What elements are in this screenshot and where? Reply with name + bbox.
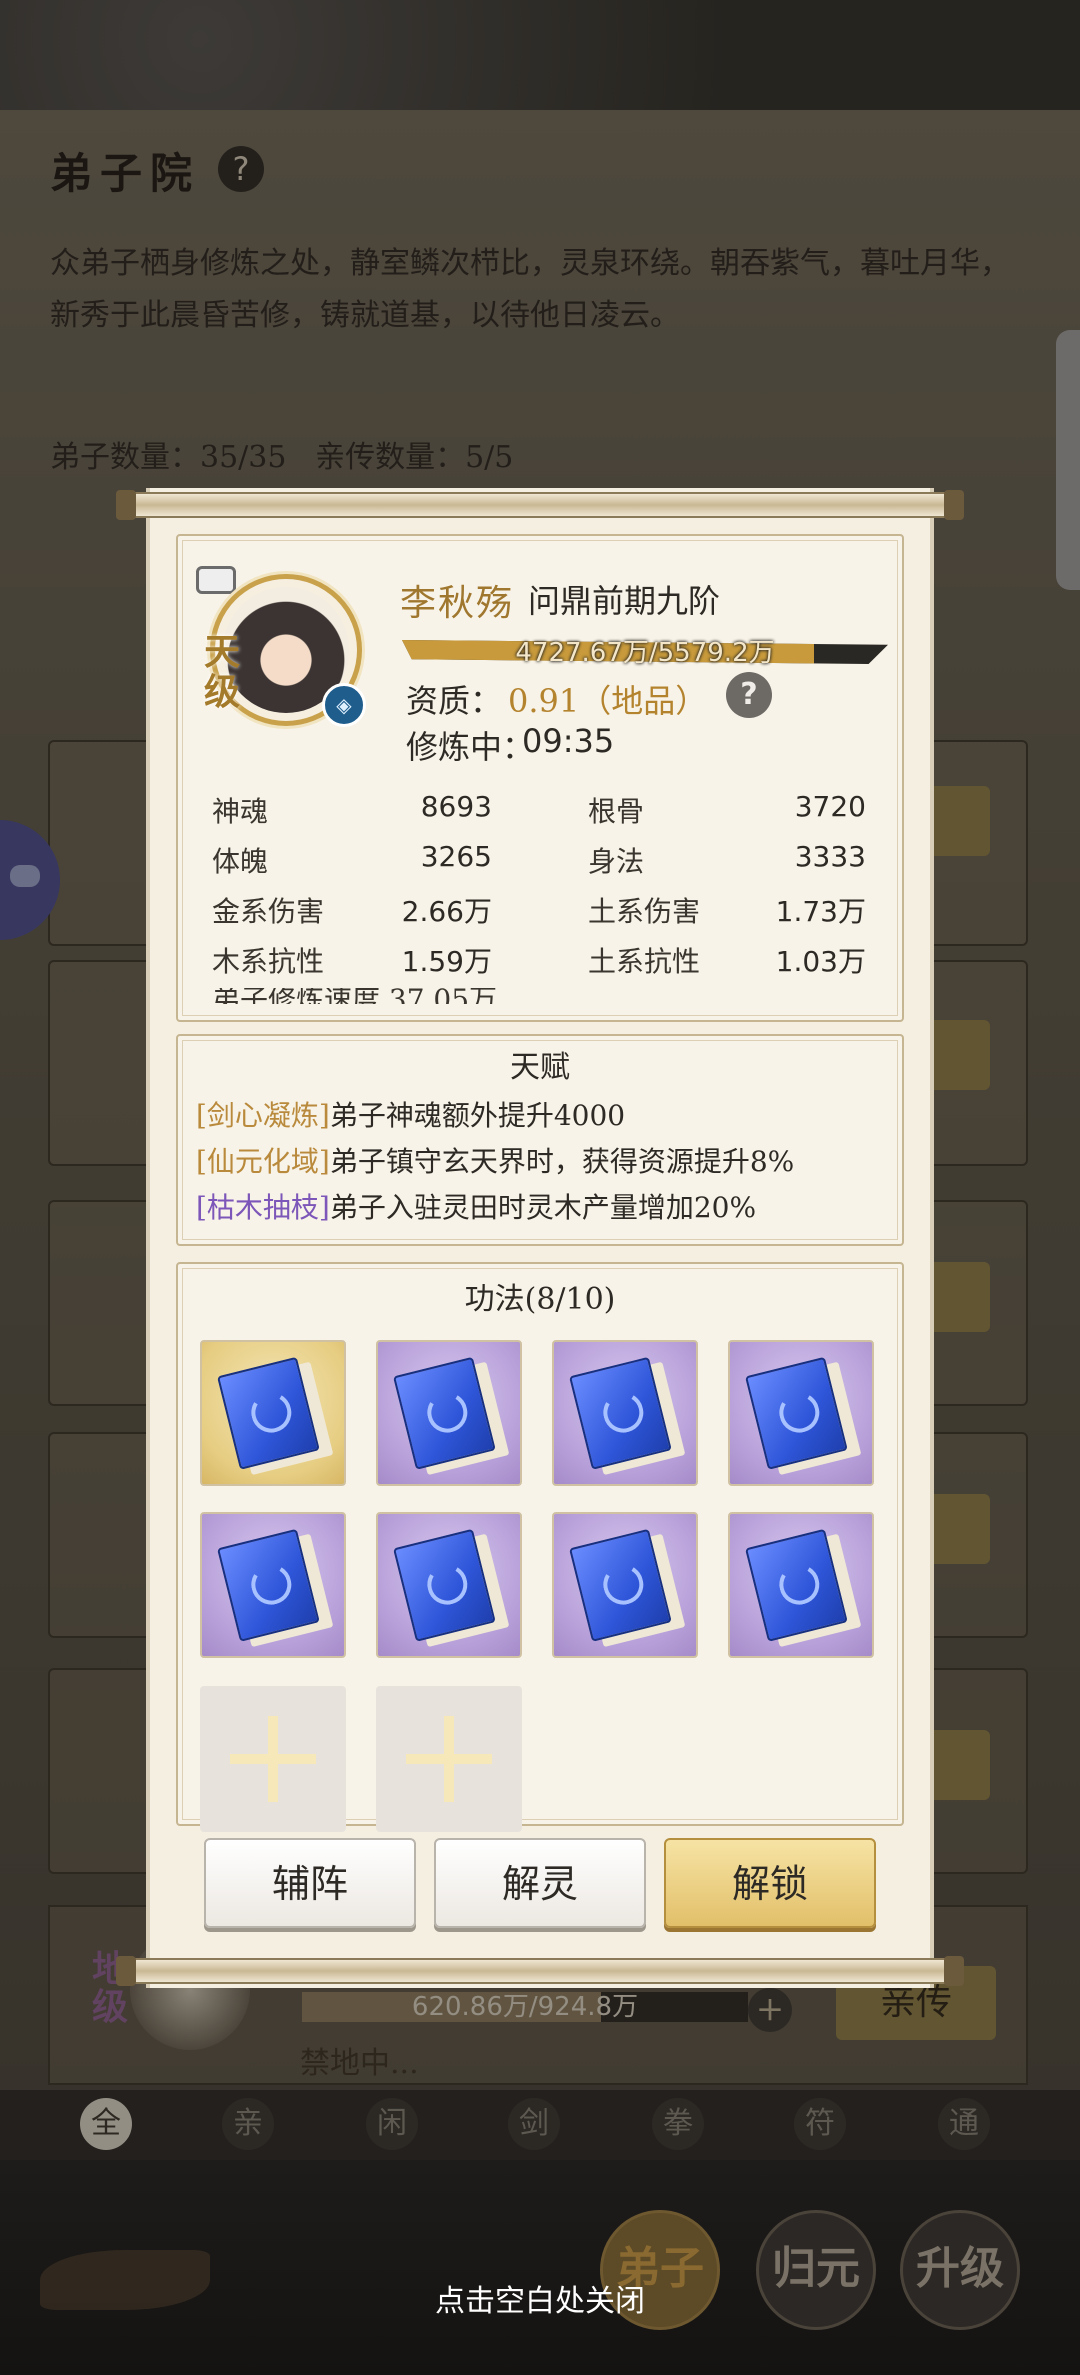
stat-label: 金系伤害 (212, 895, 325, 928)
top-banner (0, 0, 1080, 110)
formation-button[interactable]: 辅阵 (204, 1838, 416, 1928)
talent-effect: 弟子入驻灵田时灵木产量增加20% (329, 1191, 757, 1224)
stat-label: 木系抗性 (212, 945, 325, 978)
scroll-roller-bottom (116, 1956, 964, 1986)
blue-manual-icon (745, 1526, 862, 1648)
stat-value: 8693 (420, 790, 492, 823)
aptitude-label: 资质： (406, 682, 503, 720)
stat-value: 1.73万 (775, 895, 866, 928)
empty-skill-slot-plus-icon[interactable] (200, 1686, 346, 1832)
talent-item: [枯木抽枝]弟子入驻灵田时灵木产量增加20% (196, 1186, 756, 1226)
stat-value: 1.59万 (401, 945, 492, 978)
talent-title: 天赋 (510, 1050, 570, 1085)
release-spirit-button[interactable]: 解灵 (434, 1838, 646, 1928)
stat-partial-row: 弟子修炼速度 37.05万 (212, 988, 612, 1004)
disciple-name: 李秋殇 (400, 583, 515, 624)
cultivation-progress-text: 4727.67万/5579.2万 (515, 638, 775, 668)
stat-value: 3720 (794, 790, 866, 823)
stat-partial-text: 弟子修炼速度 37.05万 (212, 988, 497, 1004)
talent-item: [剑心凝炼]弟子神魂额外提升4000 (196, 1094, 625, 1134)
talent-item: [仙元化域]弟子镇守玄天界时，获得资源提升8% (196, 1140, 794, 1180)
blue-manual-icon (393, 1354, 510, 1476)
stat-label: 土系抗性 (588, 945, 701, 978)
skill-slot[interactable] (728, 1340, 874, 1486)
help-icon[interactable]: ? (726, 672, 772, 718)
skill-slot[interactable] (728, 1512, 874, 1658)
talent-name: [仙元化域] (196, 1145, 330, 1178)
scroll-roller-top (116, 490, 964, 520)
blue-manual-icon (745, 1354, 862, 1476)
cultivation-realm: 问鼎前期九阶 (528, 582, 721, 620)
stat-label: 根骨 (588, 795, 645, 828)
unlock-button[interactable]: 解锁 (664, 1838, 876, 1928)
blue-manual-icon (217, 1354, 334, 1476)
blue-manual-icon (217, 1526, 334, 1648)
skill-slot[interactable] (200, 1512, 346, 1658)
skill-slot[interactable] (552, 1340, 698, 1486)
skills-title: 功法(8/10) (464, 1282, 616, 1317)
status-timer: 09:35 (522, 722, 615, 760)
stat-label: 体魄 (212, 845, 269, 878)
stat-value: 1.03万 (775, 945, 866, 978)
blue-manual-icon (569, 1354, 686, 1476)
blue-manual-icon (393, 1526, 510, 1648)
status-label: 修炼中： (406, 728, 535, 766)
skill-slot[interactable] (552, 1512, 698, 1658)
stat-value: 3333 (794, 840, 866, 873)
stat-label: 身法 (588, 845, 645, 878)
aptitude-value: 0.91（地品） (508, 682, 708, 720)
stat-value: 2.66万 (401, 895, 492, 928)
skill-slot[interactable] (200, 1340, 346, 1486)
stat-label: 土系伤害 (588, 895, 701, 928)
empty-skill-slot-plus-icon[interactable] (376, 1686, 522, 1832)
close-hint[interactable]: 点击空白处关闭 (0, 2276, 1080, 2320)
stat-value: 3265 (420, 840, 492, 873)
stat-label: 神魂 (212, 795, 269, 828)
talent-name: [枯木抽枝] (196, 1191, 330, 1224)
talent-effect: 弟子镇守玄天界时，获得资源提升8% (329, 1145, 795, 1178)
talent-effect: 弟子神魂额外提升4000 (329, 1099, 626, 1132)
tag-icon (196, 566, 236, 594)
grade-label: 天级 (204, 631, 241, 713)
talent-name: [剑心凝炼] (196, 1099, 330, 1132)
blue-manual-icon (569, 1526, 686, 1648)
element-badge-icon: ◈ (322, 683, 366, 727)
skill-slot[interactable] (376, 1340, 522, 1486)
skill-slot[interactable] (376, 1512, 522, 1658)
